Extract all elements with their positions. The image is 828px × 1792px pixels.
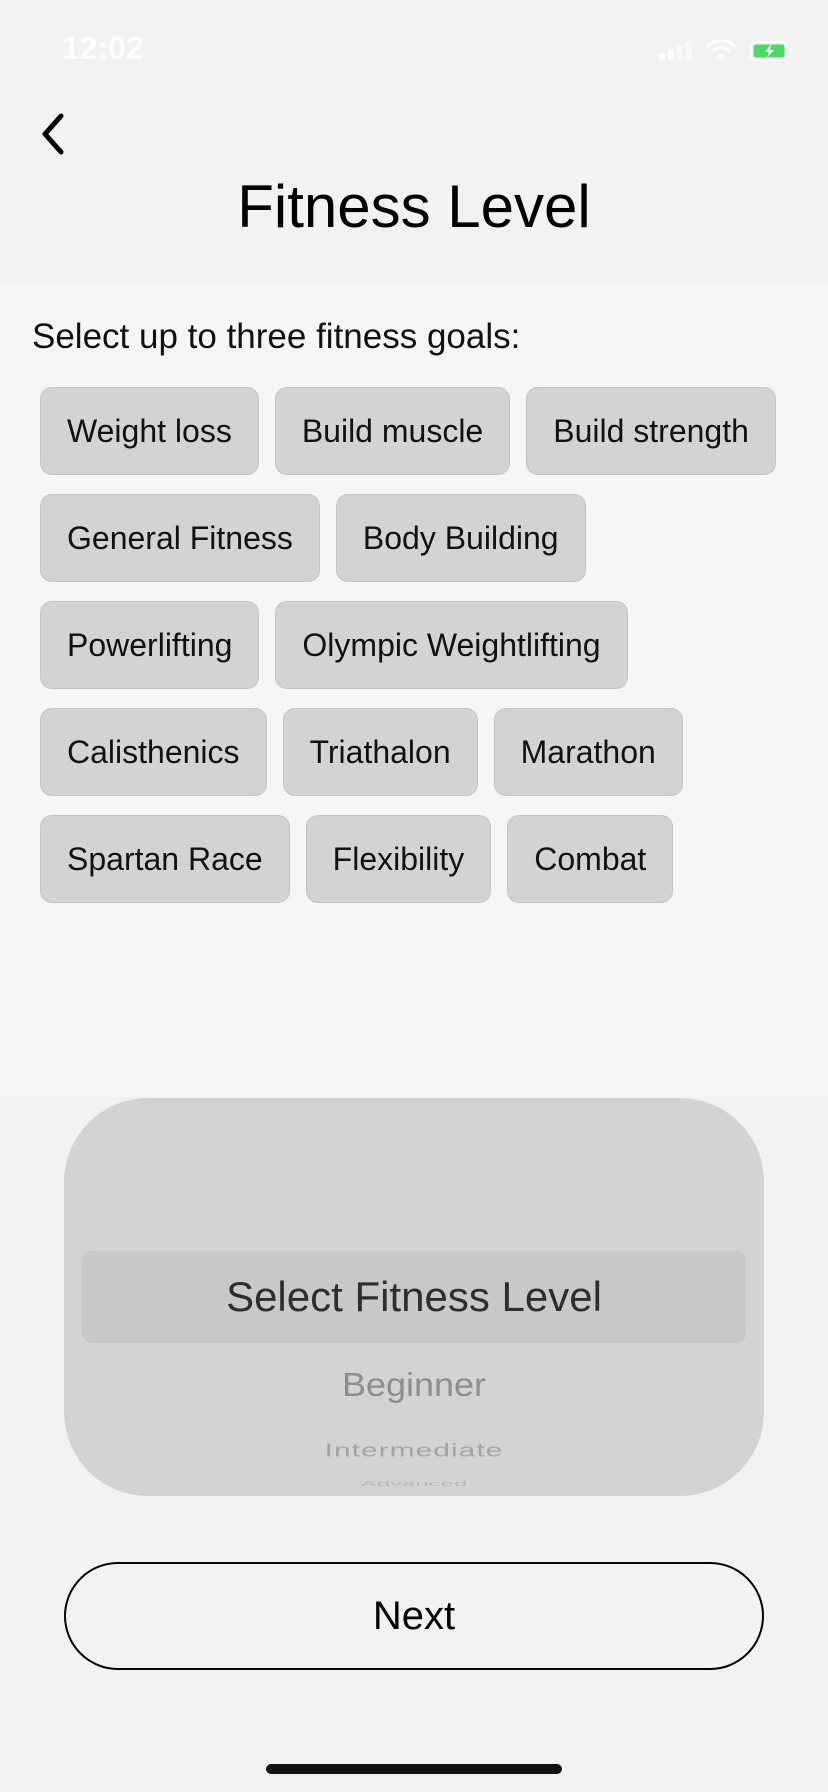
goal-chip-marathon[interactable]: Marathon	[493, 708, 683, 796]
picker-selected-option[interactable]: Select Fitness Level	[64, 1251, 764, 1343]
goal-chip-flexibility[interactable]: Flexibility	[305, 815, 492, 903]
back-button[interactable]	[28, 106, 76, 162]
goal-chip-row: General Fitness Body Building	[40, 494, 586, 582]
picker-option[interactable]: Intermediate	[64, 1440, 764, 1461]
picker-option[interactable]: Advanced	[64, 1480, 764, 1488]
goal-chip-triathalon[interactable]: Triathalon	[282, 708, 478, 796]
goal-chip-powerlifting[interactable]: Powerlifting	[40, 601, 260, 689]
goal-chip-weight-loss[interactable]: Weight loss	[40, 387, 259, 475]
status-time: 12:02	[62, 30, 144, 66]
cellular-signal-icon	[659, 41, 692, 61]
goal-chip-olympic-weightlifting[interactable]: Olympic Weightlifting	[275, 601, 628, 689]
goal-chip-general-fitness[interactable]: General Fitness	[40, 494, 320, 582]
status-icons	[659, 40, 794, 62]
next-button[interactable]: Next	[64, 1562, 764, 1670]
goals-panel: Select up to three fitness goals: Weight…	[0, 283, 828, 1097]
battery-charging-icon	[750, 41, 792, 61]
goal-chip-row: Powerlifting Olympic Weightlifting	[40, 601, 628, 689]
goal-chip-row: Spartan Race Flexibility Combat	[40, 815, 674, 903]
goal-chip-build-strength[interactable]: Build strength	[526, 387, 776, 475]
goal-chip-combat[interactable]: Combat	[507, 815, 674, 903]
home-indicator	[266, 1764, 562, 1774]
status-bar: 12:02	[0, 0, 828, 100]
chevron-left-icon	[42, 113, 64, 155]
goal-chip-spartan-race[interactable]: Spartan Race	[40, 815, 290, 903]
wifi-icon	[706, 40, 736, 60]
fitness-level-picker[interactable]: Select Fitness Level Beginner Intermedia…	[64, 1098, 764, 1496]
goal-chip-calisthenics[interactable]: Calisthenics	[40, 708, 267, 796]
page-title: Fitness Level	[237, 173, 591, 240]
goals-prompt: Select up to three fitness goals:	[32, 317, 521, 356]
goal-chip-build-muscle[interactable]: Build muscle	[274, 387, 511, 475]
picker-option[interactable]: Beginner	[64, 1366, 764, 1405]
goal-chip-body-building[interactable]: Body Building	[335, 494, 586, 582]
goal-chip-row: Weight loss Build muscle Build strength	[40, 387, 776, 475]
goal-chip-row: Calisthenics Triathalon Marathon	[40, 708, 683, 796]
